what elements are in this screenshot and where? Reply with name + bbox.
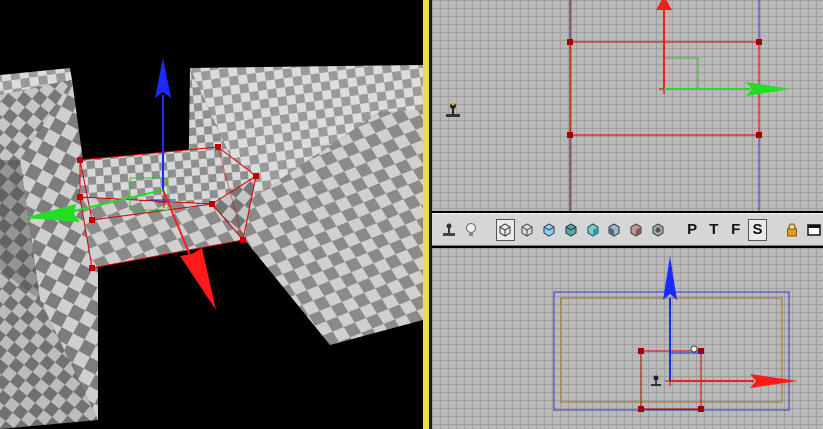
- texture-view-icon[interactable]: [583, 219, 602, 241]
- top-ortho-viewport[interactable]: [432, 0, 823, 211]
- front-view-button-label: F: [731, 221, 741, 238]
- viewport-toolbar: P T F S: [432, 213, 823, 246]
- lighting-view-icon[interactable]: [605, 219, 624, 241]
- lock-icon[interactable]: [782, 219, 801, 241]
- brush-builder-icon[interactable]: [440, 219, 459, 241]
- light-icon[interactable]: [690, 345, 698, 353]
- translate-gizmo-side[interactable]: [663, 256, 798, 388]
- depth-view-icon[interactable]: [649, 219, 668, 241]
- z-axis-arrow-icon: [155, 58, 171, 98]
- unlit-view-icon[interactable]: [627, 219, 646, 241]
- translate-gizmo-top[interactable]: [656, 0, 790, 96]
- top-view-button-label: T: [709, 221, 719, 238]
- x-axis-arrow-icon: [656, 0, 672, 10]
- player-start-icon[interactable]: [446, 102, 460, 118]
- front-view-button[interactable]: F: [726, 219, 745, 241]
- top-view-button[interactable]: T: [705, 219, 724, 241]
- left-block-geometry: [0, 68, 98, 429]
- perspective-viewport[interactable]: [0, 0, 423, 429]
- z-axis-arrow-icon: [663, 256, 677, 300]
- x-axis-arrow-icon: [750, 374, 798, 388]
- bsp-view-icon[interactable]: [561, 219, 580, 241]
- zone-view-icon[interactable]: [540, 219, 559, 241]
- perspective-button[interactable]: P: [683, 219, 702, 241]
- maximize-viewport-icon[interactable]: [804, 219, 823, 241]
- side-view-button-label: S: [752, 221, 763, 238]
- side-ortho-viewport[interactable]: [432, 248, 823, 429]
- y-axis-arrow-icon: [746, 82, 790, 96]
- perspective-button-label: P: [687, 221, 698, 238]
- wireframe-view-icon[interactable]: [495, 218, 515, 241]
- x-axis-arrow-icon: [180, 248, 216, 310]
- light-bulb-icon[interactable]: [462, 219, 481, 241]
- player-start-icon[interactable]: [651, 375, 661, 387]
- level-brush-outline: [560, 297, 783, 403]
- brush-wire-view-icon[interactable]: [518, 219, 537, 241]
- side-view-button[interactable]: S: [748, 218, 767, 241]
